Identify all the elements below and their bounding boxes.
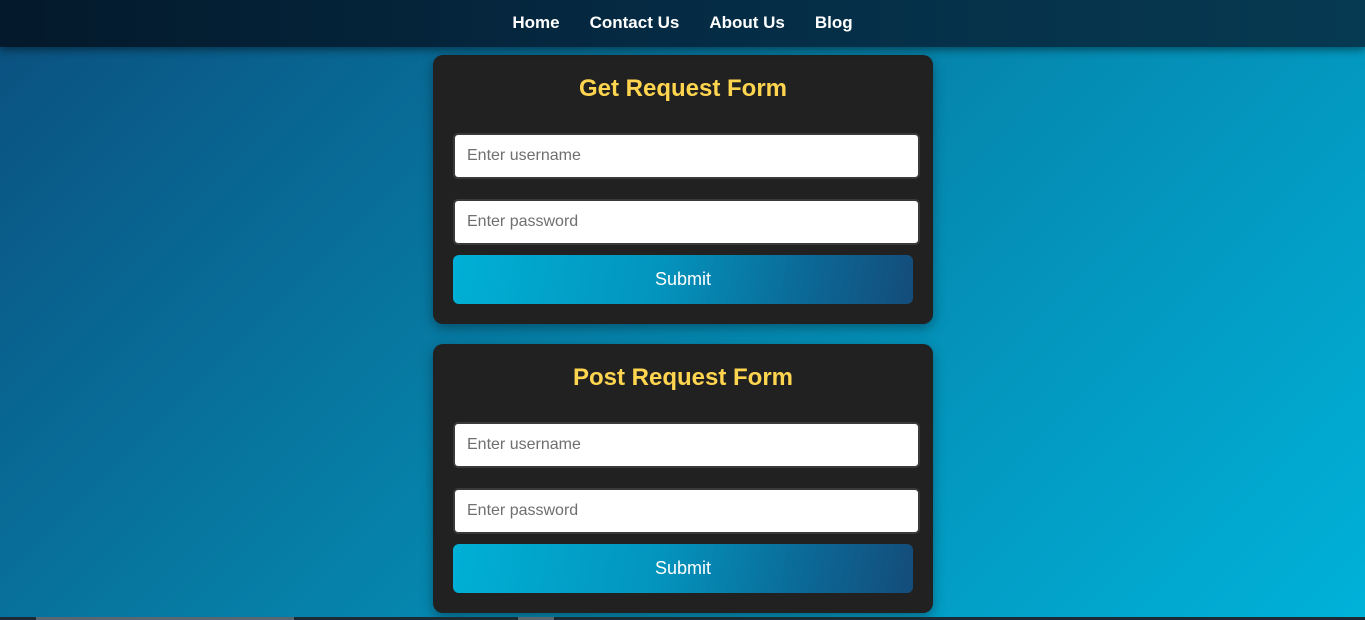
get-form-title: Get Request Form <box>578 75 788 102</box>
post-request-form: Post Request Form Submit <box>433 344 933 613</box>
get-username-input[interactable] <box>453 133 920 179</box>
nav-link-blog[interactable]: Blog <box>815 13 853 33</box>
nav-link-home[interactable]: Home <box>512 13 559 33</box>
get-submit-button[interactable]: Submit <box>453 255 913 304</box>
get-request-form: Get Request Form Submit <box>433 55 933 324</box>
post-username-input[interactable] <box>453 422 920 468</box>
nav-link-contact-us[interactable]: Contact Us <box>590 13 680 33</box>
get-password-input[interactable] <box>453 199 920 245</box>
post-form-title: Post Request Form <box>572 364 794 391</box>
top-navbar: Home Contact Us About Us Blog <box>0 0 1365 47</box>
post-submit-button[interactable]: Submit <box>453 544 913 593</box>
post-password-input[interactable] <box>453 488 920 534</box>
nav-link-about-us[interactable]: About Us <box>709 13 785 33</box>
